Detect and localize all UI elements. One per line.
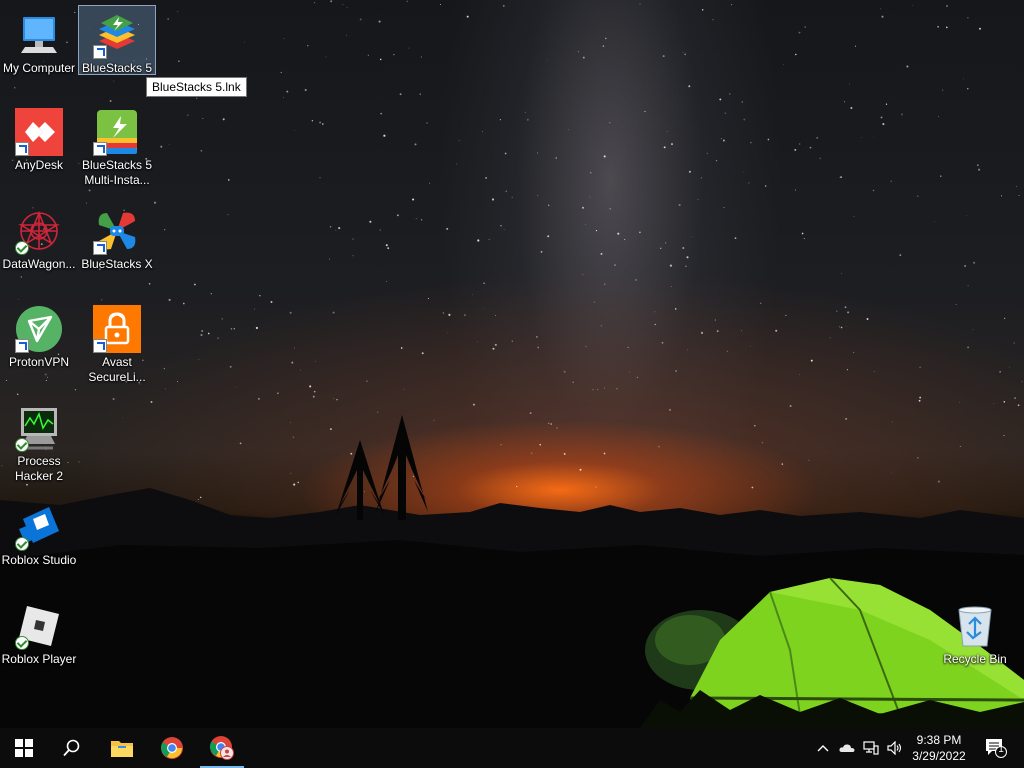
roblox-studio-icon [15, 503, 63, 551]
icon-label: Roblox Studio [1, 553, 77, 567]
search-icon [63, 739, 80, 757]
icon-label: ProtonVPN [8, 355, 70, 369]
desktop-icon-datawagon[interactable]: DataWagon... [1, 202, 77, 272]
anydesk-icon [15, 108, 63, 156]
desktop-icon-process-hacker[interactable]: Process Hacker 2 [1, 399, 77, 484]
network-icon [863, 741, 879, 755]
cloud-icon [839, 744, 855, 752]
recycle-bin-icon [951, 602, 999, 650]
icon-label: My Computer [2, 61, 76, 75]
sync-status-icon [15, 241, 29, 255]
icon-label: Avast SecureLi... [88, 355, 146, 384]
volume-tray-button[interactable] [884, 728, 906, 768]
tooltip: BlueStacks 5.lnk [146, 77, 247, 97]
shortcut-arrow-icon [93, 241, 107, 255]
windows-logo-icon [15, 739, 33, 757]
desktop-icon-anydesk[interactable]: AnyDesk [1, 103, 77, 173]
show-hidden-icons-button[interactable] [812, 728, 834, 768]
shortcut-arrow-icon [93, 142, 107, 156]
icon-label: DataWagon... [2, 257, 76, 271]
roblox-player-icon [15, 602, 63, 650]
taskbar-file-explorer[interactable] [98, 728, 146, 768]
icon-label: BlueStacks 5 [81, 61, 153, 75]
bluestacks-icon [93, 11, 141, 59]
desktop-icon-roblox-player[interactable]: Roblox Player [1, 597, 77, 667]
desktop-icon-my-computer[interactable]: My Computer [1, 6, 77, 76]
taskbar-chrome[interactable] [148, 728, 196, 768]
notification-badge: 1 [998, 744, 1004, 755]
protonvpn-icon [15, 305, 63, 353]
speaker-icon [887, 741, 902, 755]
icon-label: Recycle Bin [943, 652, 1007, 666]
action-center-button[interactable]: 1 [978, 728, 1014, 768]
search-button[interactable] [48, 728, 96, 768]
bluestacks-x-icon [93, 207, 141, 255]
clock-time: 9:38 PM [916, 733, 962, 747]
clock-button[interactable]: 9:38 PM 3/29/2022 [904, 732, 974, 764]
desktop-icon-bluestacks-multi-instance[interactable]: BlueStacks 5 Multi-Insta... [79, 103, 155, 188]
icon-label: BlueStacks 5 Multi-Insta... [81, 158, 153, 187]
icon-label: Roblox Player [1, 652, 77, 666]
shortcut-arrow-icon [15, 339, 29, 353]
icon-label: Process Hacker 2 [14, 454, 64, 483]
shortcut-arrow-icon [15, 142, 29, 156]
sync-status-icon [15, 636, 29, 650]
desktop-icon-recycle-bin[interactable]: Recycle Bin [937, 597, 1013, 667]
icon-label: BlueStacks X [81, 257, 153, 271]
desktop-icon-bluestacks-5[interactable]: BlueStacks 5 [78, 5, 156, 75]
sync-status-icon [15, 438, 29, 452]
icon-label: AnyDesk [14, 158, 64, 172]
folder-icon [111, 741, 133, 757]
desktop-icon-bluestacks-x[interactable]: BlueStacks X [79, 202, 155, 272]
chrome-profile-icon [210, 736, 234, 760]
taskbar: 9:38 PM 3/29/2022 1 [0, 728, 1024, 768]
taskbar-chrome-profile[interactable] [198, 728, 246, 768]
avast-secureline-icon [93, 305, 141, 353]
shortcut-arrow-icon [93, 45, 107, 59]
computer-icon [15, 11, 63, 59]
datawagon-icon [15, 207, 63, 255]
start-button[interactable] [0, 728, 48, 768]
clock-date: 3/29/2022 [912, 749, 966, 763]
network-tray-button[interactable] [860, 728, 882, 768]
chrome-icon [161, 737, 183, 759]
desktop-icon-protonvpn[interactable]: ProtonVPN [1, 300, 77, 370]
bluestacks-multi-instance-icon [93, 108, 141, 156]
desktop-icon-avast-secureline[interactable]: Avast SecureLi... [79, 300, 155, 385]
desktop-icon-roblox-studio[interactable]: Roblox Studio [1, 498, 77, 568]
onedrive-tray-button[interactable] [836, 728, 858, 768]
chevron-up-icon [817, 745, 829, 752]
shortcut-arrow-icon [93, 339, 107, 353]
sync-status-icon [15, 537, 29, 551]
process-hacker-icon [15, 404, 63, 452]
